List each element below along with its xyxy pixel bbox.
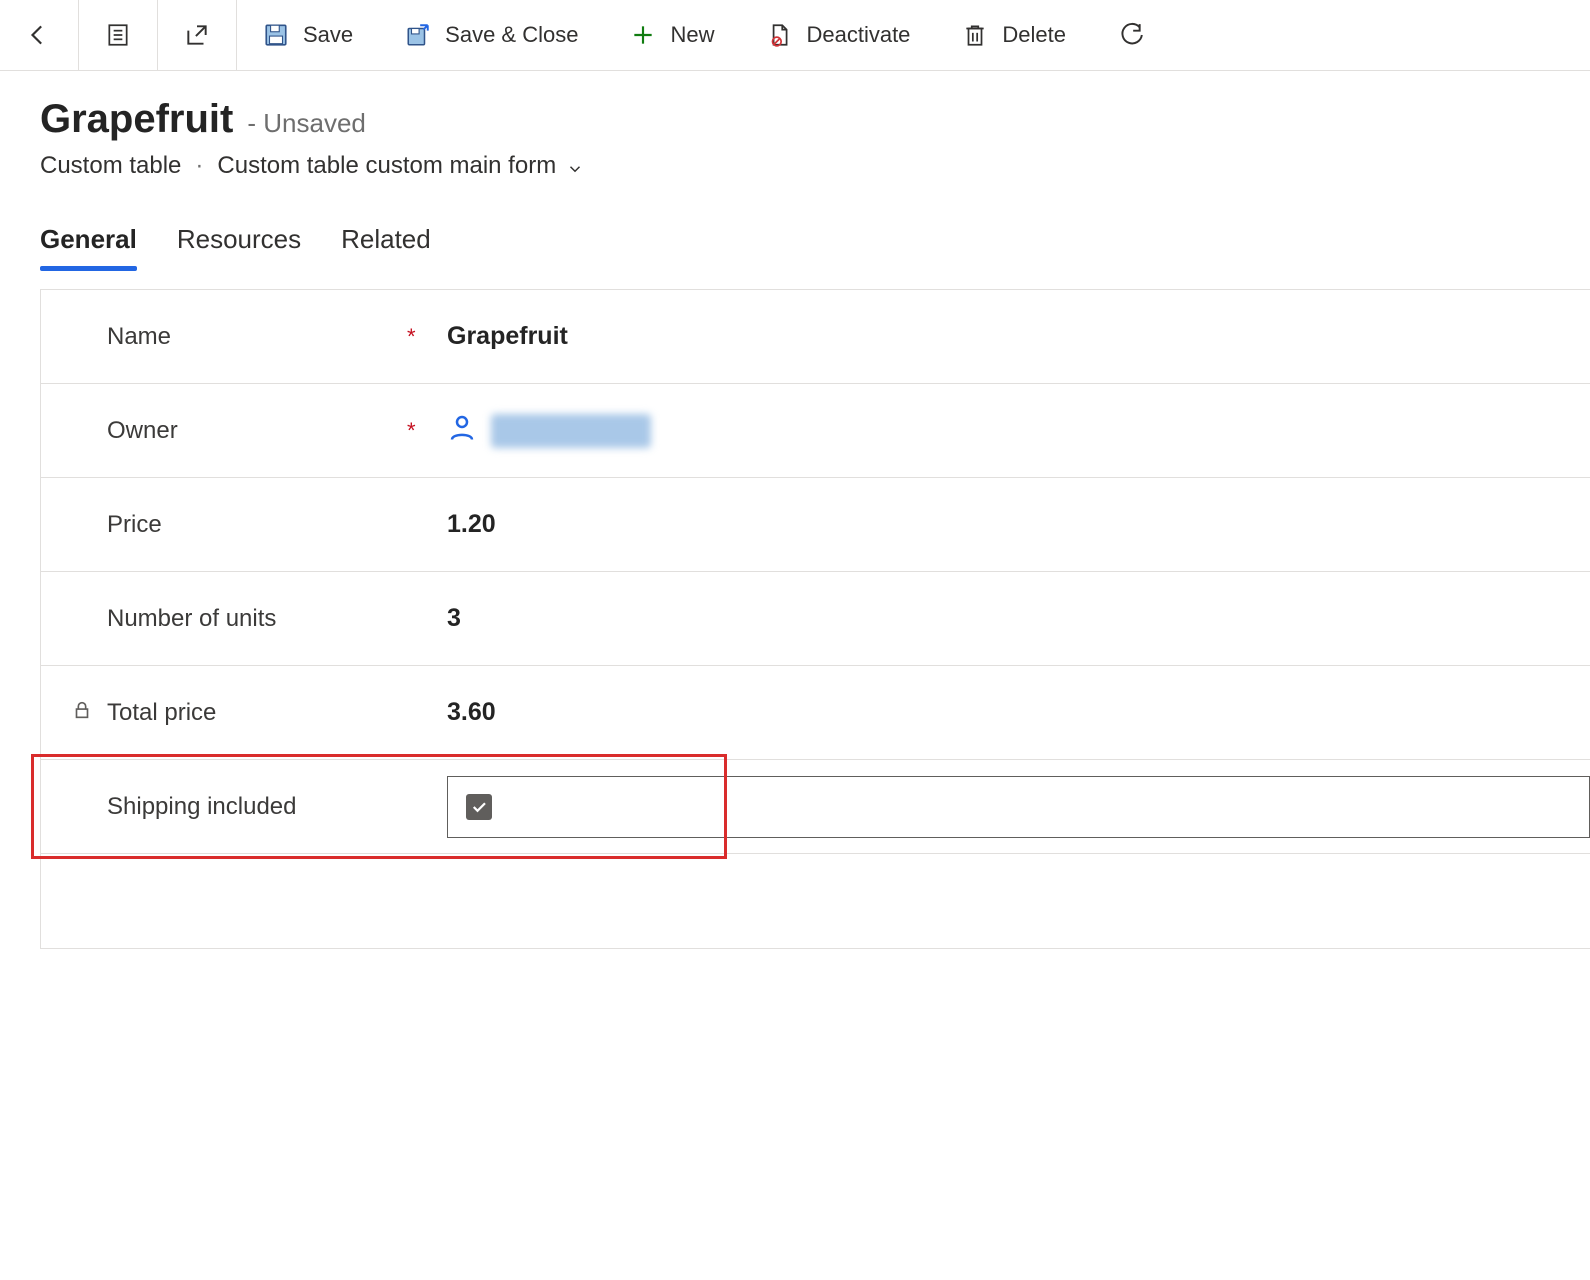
new-button[interactable]: New	[604, 0, 740, 70]
required-indicator: *	[407, 324, 447, 350]
list-panel-icon	[105, 22, 131, 48]
separator-dot: ·	[195, 152, 203, 180]
popout-icon	[184, 22, 210, 48]
save-icon	[263, 22, 289, 48]
shipping-checkbox-wrap[interactable]	[447, 776, 1590, 838]
save-label: Save	[303, 22, 353, 48]
owner-name-redacted	[491, 414, 651, 448]
field-units[interactable]: Number of units 3	[41, 572, 1590, 666]
panel-padding	[41, 854, 1590, 948]
chevron-down-icon	[566, 157, 584, 175]
field-owner-label: Owner	[107, 417, 407, 445]
save-close-label: Save & Close	[445, 22, 578, 48]
field-total-label: Total price	[107, 699, 407, 727]
plus-icon	[630, 22, 656, 48]
refresh-icon	[1118, 22, 1144, 48]
save-close-icon	[405, 22, 431, 48]
entity-name: Custom table	[40, 152, 181, 180]
new-label: New	[670, 22, 714, 48]
form-list-button[interactable]	[79, 0, 158, 70]
tab-related[interactable]: Related	[341, 224, 431, 269]
delete-button[interactable]: Delete	[936, 0, 1092, 70]
field-name[interactable]: Name * Grapefruit	[41, 290, 1590, 384]
deactivate-label: Deactivate	[806, 22, 910, 48]
tab-general[interactable]: General	[40, 224, 137, 269]
lock-icon	[71, 699, 93, 726]
save-close-button[interactable]: Save & Close	[379, 0, 604, 70]
field-name-value[interactable]: Grapefruit	[447, 322, 1590, 351]
popout-button[interactable]	[158, 0, 237, 70]
field-name-label: Name	[107, 323, 407, 351]
deactivate-icon	[766, 22, 792, 48]
field-units-label: Number of units	[107, 605, 407, 633]
field-price[interactable]: Price 1.20	[41, 478, 1590, 572]
field-units-value[interactable]: 3	[447, 604, 1590, 633]
form-tabs: General Resources Related	[0, 180, 1590, 269]
command-bar: Save Save & Close New Deactivate Delete	[0, 0, 1590, 71]
person-icon	[447, 412, 477, 449]
tab-resources[interactable]: Resources	[177, 224, 301, 269]
delete-label: Delete	[1002, 22, 1066, 48]
back-arrow-icon	[26, 22, 52, 48]
trash-icon	[962, 22, 988, 48]
checkbox-checked-icon[interactable]	[466, 794, 492, 820]
form-selector[interactable]: Custom table custom main form	[217, 152, 584, 180]
save-button[interactable]: Save	[237, 0, 379, 70]
field-total-value: 3.60	[447, 698, 1590, 727]
back-button[interactable]	[0, 0, 79, 70]
record-header: Grapefruit - Unsaved Custom table · Cust…	[0, 71, 1590, 180]
field-shipping-included[interactable]: Shipping included	[41, 760, 1590, 854]
deactivate-button[interactable]: Deactivate	[740, 0, 936, 70]
general-panel: Name * Grapefruit Owner * Price 1.20 Num…	[40, 289, 1590, 949]
form-selector-label: Custom table custom main form	[217, 152, 556, 180]
refresh-button[interactable]	[1092, 0, 1170, 70]
field-owner[interactable]: Owner *	[41, 384, 1590, 478]
field-shipping-label: Shipping included	[107, 793, 407, 821]
record-title: Grapefruit	[40, 97, 233, 142]
field-total-price: Total price 3.60	[41, 666, 1590, 760]
required-indicator: *	[407, 418, 447, 444]
record-state: - Unsaved	[247, 108, 366, 139]
field-price-label: Price	[107, 511, 407, 539]
field-owner-value[interactable]	[447, 412, 1590, 449]
field-price-value[interactable]: 1.20	[447, 510, 1590, 539]
